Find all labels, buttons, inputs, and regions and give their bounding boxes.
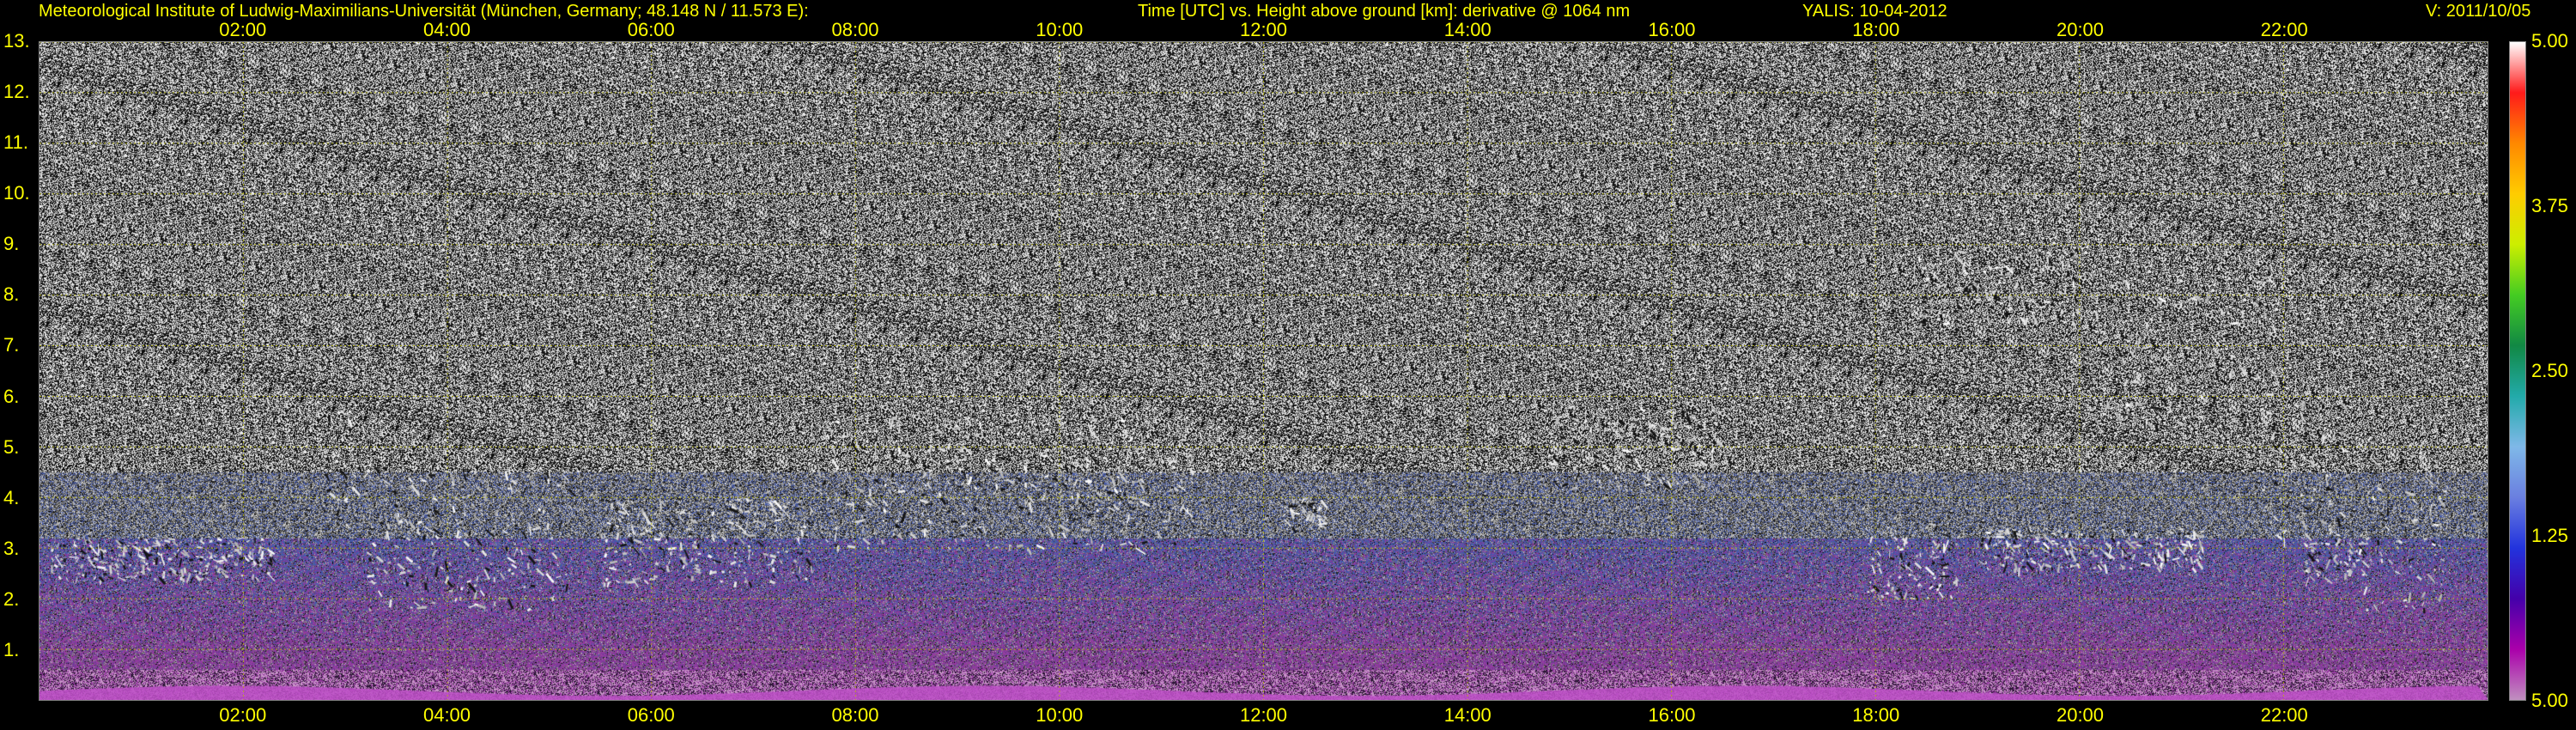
x-tick-label: 20:00 <box>2056 704 2105 726</box>
x-tick-label: 18:00 <box>1852 704 1900 726</box>
x-tick-label: 02:00 <box>219 19 267 40</box>
y-tick-label: 7. <box>3 334 20 356</box>
x-tick-label: 06:00 <box>627 704 675 726</box>
y-tick-label: 2. <box>3 587 20 610</box>
y-tick-label: 5. <box>3 435 20 458</box>
y-tick-label: 3. <box>3 537 20 559</box>
y-tick-label: 13. <box>3 30 30 52</box>
x-tick-label: 16:00 <box>1648 19 1696 40</box>
x-tick-label: 10:00 <box>1036 19 1084 40</box>
y-tick-label: 10. <box>3 182 30 204</box>
x-tick-label: 06:00 <box>627 19 675 40</box>
colorbar-label: 1.25 <box>2531 525 2568 546</box>
x-tick-label: 14:00 <box>1443 704 1492 726</box>
x-tick-label: 16:00 <box>1648 704 1696 726</box>
lidar-heatmap-plot <box>39 41 2488 701</box>
x-tick-label: 22:00 <box>2260 19 2308 40</box>
x-tick-label: 04:00 <box>422 704 471 726</box>
colorbar-label: 5.00 <box>2531 690 2568 711</box>
plot-grid <box>39 42 2488 700</box>
x-tick-label: 04:00 <box>422 19 471 40</box>
x-tick-label: 08:00 <box>831 704 879 726</box>
y-tick-label: 8. <box>3 283 20 306</box>
x-tick-label: 02:00 <box>219 704 267 726</box>
x-tick-label: 08:00 <box>831 19 879 40</box>
colorbar-label: 5.00 <box>2531 30 2568 52</box>
y-tick-label: 12. <box>3 81 30 103</box>
colorbar-label: 2.50 <box>2531 360 2568 381</box>
y-tick-label: 6. <box>3 385 20 407</box>
x-tick-label: 22:00 <box>2260 704 2308 726</box>
x-tick-label: 20:00 <box>2056 19 2105 40</box>
version-label: V: 2011/10/05 <box>2426 2 2531 21</box>
y-tick-label: 4. <box>3 486 20 508</box>
x-tick-label: 18:00 <box>1852 19 1900 40</box>
x-tick-label: 14:00 <box>1443 19 1492 40</box>
x-tick-label: 10:00 <box>1036 704 1084 726</box>
x-tick-label: 12:00 <box>1239 704 1288 726</box>
colorbar-label: 3.75 <box>2531 195 2568 216</box>
chart-description: Time [UTC] vs. Height above ground [km]:… <box>1138 2 1631 21</box>
y-tick-label: 1. <box>3 638 20 660</box>
y-tick-label: 9. <box>3 233 20 255</box>
x-tick-label: 12:00 <box>1239 19 1288 40</box>
y-tick-label: 11. <box>3 131 28 154</box>
colorbar <box>2509 41 2526 701</box>
